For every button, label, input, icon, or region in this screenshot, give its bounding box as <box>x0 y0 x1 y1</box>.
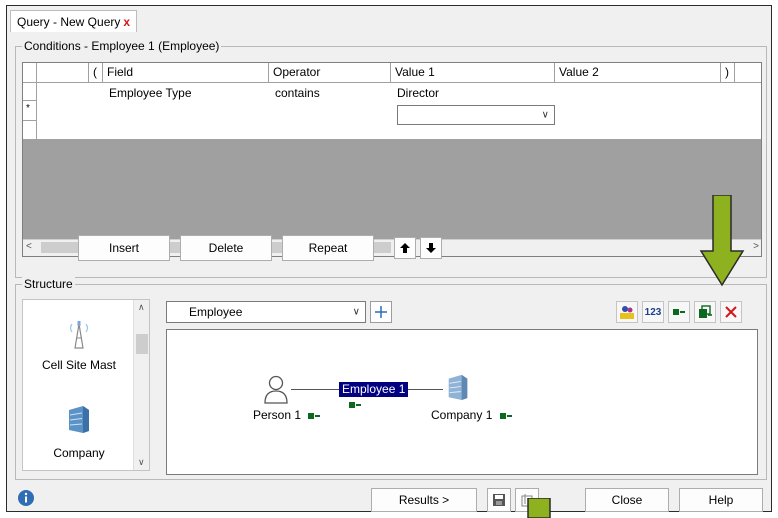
number-format-button[interactable]: 123 <box>642 301 664 323</box>
col-value1[interactable]: Value 1 <box>391 63 555 83</box>
link-icon[interactable] <box>349 401 361 409</box>
scroll-up-icon[interactable]: ∧ <box>138 302 145 313</box>
col-operator[interactable]: Operator <box>269 63 391 83</box>
conditions-grid: ( Field Operator Value 1 Value 2 ) * Emp… <box>22 62 762 257</box>
plus-icon <box>375 306 387 318</box>
scroll-right-icon[interactable]: > <box>753 241 759 252</box>
tab-title: Query - New Query <box>17 14 121 29</box>
cell-field[interactable]: Employee Type <box>109 86 192 100</box>
repeat-button[interactable]: Repeat <box>282 235 374 261</box>
structure-group: Structure Cell Site Mast Company ∧ ∨ Emp… <box>15 277 767 480</box>
person-node-label: Person 1 <box>253 408 321 422</box>
tab-query[interactable]: Query - New Query x <box>10 10 138 32</box>
entity-type-value: Employee <box>189 305 243 319</box>
entity-palette: Cell Site Mast Company ∧ ∨ <box>22 299 150 471</box>
number-format-icon: 123 <box>644 306 662 318</box>
col-value2[interactable]: Value 2 <box>555 63 721 83</box>
help-button[interactable]: Help <box>679 488 763 512</box>
bottom-bar: Results > Close Help <box>7 486 771 512</box>
value1-dropdown[interactable]: ∨ <box>397 105 555 125</box>
move-up-button[interactable] <box>394 237 416 259</box>
link-icon[interactable] <box>308 412 321 420</box>
col-field[interactable]: Field <box>103 63 269 83</box>
row-header-empty[interactable] <box>23 121 37 139</box>
person-label: Person 1 <box>253 408 302 422</box>
company-building-icon <box>69 406 89 433</box>
scroll-left-icon[interactable]: < <box>26 241 32 252</box>
conditions-legend: Conditions - Employee 1 (Employee) <box>22 39 222 53</box>
info-icon[interactable] <box>17 489 35 507</box>
employee-link-label[interactable]: Employee 1 <box>339 382 409 397</box>
chevron-down-icon: ∨ <box>541 109 549 121</box>
new-row-header[interactable]: * <box>23 101 37 121</box>
table-row[interactable]: * Employee Type contains Director ∨ <box>23 83 761 139</box>
remove-button[interactable] <box>720 301 742 323</box>
grid-header: ( Field Operator Value 1 Value 2 ) <box>23 63 761 83</box>
conditions-group: Conditions - Employee 1 (Employee) ( Fie… <box>15 39 767 278</box>
delete-button[interactable]: Delete <box>180 235 272 261</box>
cell-tower-icon <box>69 321 89 349</box>
results-button[interactable]: Results > <box>371 488 477 512</box>
palette-item-cell-site-mast[interactable]: Cell Site Mast <box>27 318 131 372</box>
move-down-button[interactable] <box>420 237 442 259</box>
person-icon[interactable] <box>263 374 289 404</box>
people-filter-icon <box>620 306 634 319</box>
arrow-annotation-icon <box>527 498 551 518</box>
palette-label-company: Company <box>53 446 105 460</box>
cell-value1[interactable]: Director <box>397 86 439 100</box>
palette-scroll-thumb[interactable] <box>136 334 148 354</box>
cell-operator[interactable]: contains <box>275 86 320 100</box>
add-entity-button[interactable] <box>370 301 392 323</box>
structure-legend: Structure <box>22 277 75 291</box>
arrow-up-icon <box>400 243 410 253</box>
col-close-paren[interactable]: ) <box>721 63 735 83</box>
save-button[interactable] <box>487 488 511 512</box>
palette-item-company[interactable]: Company <box>27 404 131 460</box>
col-open-paren[interactable]: ( <box>89 63 103 83</box>
structure-canvas[interactable]: Employee 1 Person 1 Company 1 <box>166 329 758 475</box>
palette-label-cell-site-mast: Cell Site Mast <box>41 358 117 372</box>
scroll-down-icon[interactable]: ∨ <box>138 457 145 468</box>
company-label: Company 1 <box>431 408 493 422</box>
insert-button[interactable]: Insert <box>78 235 170 261</box>
close-icon <box>725 306 737 318</box>
company-building-icon[interactable] <box>445 372 471 402</box>
link-icon[interactable] <box>499 412 512 420</box>
company-node-label: Company 1 <box>431 408 512 422</box>
add-link-button[interactable] <box>668 301 690 323</box>
arrow-annotation-icon <box>699 195 745 287</box>
link-properties-button[interactable] <box>694 301 716 323</box>
link-icon <box>673 308 685 316</box>
query-window: Query - New Query x Conditions - Employe… <box>6 5 772 512</box>
entity-type-select[interactable]: Employee ∨ <box>166 301 366 323</box>
link-properties-icon <box>699 305 712 318</box>
grid-header-corner <box>23 63 37 83</box>
tab-close-icon[interactable]: x <box>123 15 130 29</box>
palette-scrollbar[interactable]: ∧ ∨ <box>133 300 149 470</box>
grid-header-blank <box>37 63 89 83</box>
chevron-down-icon: ∨ <box>352 306 360 318</box>
close-button[interactable]: Close <box>585 488 669 512</box>
save-icon <box>493 494 505 506</box>
row-header[interactable] <box>23 83 37 101</box>
new-row-marker: * <box>26 103 30 114</box>
attribute-filter-button[interactable] <box>616 301 638 323</box>
arrow-down-icon <box>426 243 436 253</box>
